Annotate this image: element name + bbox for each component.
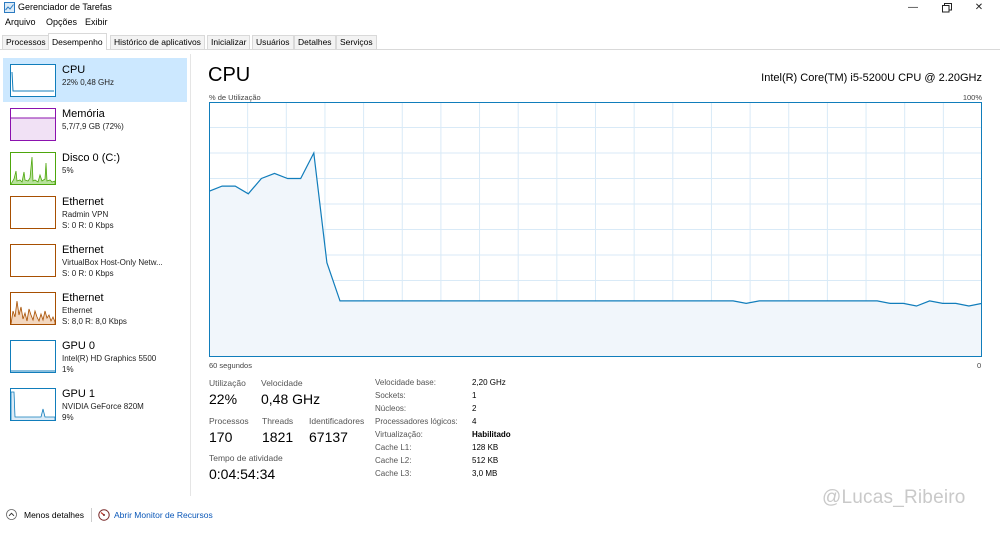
sidebar-item-gpu0[interactable]: GPU 0 Intel(R) HD Graphics 5500 1% (3, 334, 187, 378)
sidebar-item-title: Ethernet (62, 292, 104, 304)
stat-processos-label: Processos (209, 416, 249, 426)
spec-value: 1 (472, 391, 477, 400)
x-axis-right: 0 (977, 361, 982, 370)
sidebar-item-detail: S: 0 R: 0 Kbps (62, 269, 114, 278)
spec-value: 4 (472, 417, 477, 426)
tab-strip: Processos Desempenho Histórico de aplica… (0, 33, 1000, 50)
sidebar-item-gpu1[interactable]: GPU 1 NVIDIA GeForce 820M 9% (3, 382, 187, 426)
sidebar-item-ethernet[interactable]: Ethernet Ethernet S: 8,0 R: 8,0 Kbps (3, 286, 187, 330)
sidebar-item-detail: 9% (62, 413, 74, 422)
tab-servicos[interactable]: Serviços (336, 35, 377, 49)
stat-identificadores-label: Identificadores (309, 416, 365, 426)
spec-label: Velocidade base: (375, 378, 436, 387)
stat-identificadores-value: 67137 (309, 429, 348, 445)
sidebar-item-title: GPU 0 (62, 340, 96, 352)
stat-threads-label: Threads (262, 416, 294, 426)
stat-utilizacao-value: 22% (209, 391, 238, 407)
stat-tempo-label: Tempo de atividade (209, 453, 283, 463)
x-axis-left: 60 segundos (209, 361, 252, 370)
cpu-model-name: Intel(R) Core(TM) i5-5200U CPU @ 2.20GHz (761, 72, 982, 84)
menu-exibir[interactable]: Exibir (85, 17, 108, 27)
sidebar-item-detail: Ethernet (62, 306, 93, 315)
sidebar-item-title: CPU (62, 64, 86, 76)
sidebar-item-title: GPU 1 (62, 388, 96, 400)
tab-desempenho[interactable]: Desempenho (48, 33, 107, 50)
cpu-utilization-graph (209, 102, 982, 357)
restore-icon[interactable] (932, 0, 962, 16)
sidebar-item-detail: 5% (62, 166, 74, 175)
stat-utilizacao-label: Utilização (209, 378, 246, 388)
resource-monitor-icon (98, 509, 110, 521)
gpu-thumbnail (10, 340, 56, 373)
ethernet-thumbnail (10, 244, 56, 277)
sidebar-item-detail: NVIDIA GeForce 820M (62, 402, 144, 411)
ethernet-thumbnail (10, 292, 56, 325)
spec-label: Núcleos: (375, 404, 407, 413)
sidebar-item-ethernet-radmin[interactable]: Ethernet Radmin VPN S: 0 R: 0 Kbps (3, 190, 187, 234)
ethernet-thumbnail (10, 196, 56, 229)
chevron-up-icon[interactable] (6, 509, 17, 520)
title-bar: Gerenciador de Tarefas — ✕ (0, 0, 1000, 16)
page-title: CPU (208, 64, 251, 86)
spec-label: Virtualização: (375, 430, 423, 439)
gpu-thumbnail (10, 388, 56, 421)
spec-label: Cache L2: (375, 456, 412, 465)
stat-tempo-value: 0:04:54:34 (209, 466, 276, 482)
y-axis-max: 100% (962, 93, 982, 102)
footer: Menos detalhes Abrir Monitor de Recursos (0, 504, 1000, 526)
sidebar-item-detail: S: 0 R: 0 Kbps (62, 221, 114, 230)
sidebar-item-ethernet-virtualbox[interactable]: Ethernet VirtualBox Host-Only Netw... S:… (3, 238, 187, 282)
sidebar-item-title: Ethernet (62, 244, 104, 256)
tab-detalhes[interactable]: Detalhes (294, 35, 336, 49)
spec-label: Processadores lógicos: (375, 417, 458, 426)
task-manager-icon (4, 2, 15, 13)
sidebar-item-detail: VirtualBox Host-Only Netw... (62, 258, 163, 267)
sidebar-item-title: Ethernet (62, 196, 104, 208)
sidebar-item-detail: Radmin VPN (62, 210, 109, 219)
spec-value: 2 (472, 404, 477, 413)
cpu-thumbnail (10, 64, 56, 97)
sidebar-item-detail: 5,7/7,9 GB (72%) (62, 122, 124, 131)
spec-label: Sockets: (375, 391, 406, 400)
close-icon[interactable]: ✕ (964, 0, 994, 16)
sidebar-item-memoria[interactable]: Memória 5,7/7,9 GB (72%) (3, 102, 187, 146)
disk-thumbnail (10, 152, 56, 185)
tab-historico[interactable]: Histórico de aplicativos (110, 35, 205, 49)
stat-velocidade-label: Velocidade (261, 378, 303, 388)
sidebar-item-detail: Intel(R) HD Graphics 5500 (62, 354, 157, 363)
tab-processos[interactable]: Processos (2, 35, 50, 49)
sidebar: CPU 22% 0,48 GHz Memória 5,7/7,9 GB (72%… (0, 54, 191, 496)
sidebar-item-disco[interactable]: Disco 0 (C:) 5% (3, 146, 187, 190)
sidebar-item-title: Disco 0 (C:) (62, 152, 121, 164)
spec-value: 512 KB (472, 456, 499, 465)
stat-processos-value: 170 (209, 429, 233, 445)
sidebar-item-detail: 22% 0,48 GHz (62, 78, 115, 87)
sidebar-item-title: Memória (62, 108, 105, 120)
sidebar-item-detail: S: 8,0 R: 8,0 Kbps (62, 317, 127, 326)
tab-inicializar[interactable]: Inicializar (207, 35, 251, 49)
resource-monitor-link[interactable]: Abrir Monitor de Recursos (114, 510, 213, 520)
spec-value: 3,0 MB (472, 469, 498, 478)
spec-value: 2,20 GHz (472, 378, 506, 387)
tab-usuarios[interactable]: Usuários (252, 35, 294, 49)
y-axis-label: % de Utilização (209, 93, 261, 102)
spec-value: Habilitado (472, 430, 511, 439)
footer-divider (91, 508, 92, 522)
memory-thumbnail (10, 108, 56, 141)
stat-velocidade-value: 0,48 GHz (261, 391, 321, 407)
less-details-link[interactable]: Menos detalhes (24, 510, 84, 520)
menu-opcoes[interactable]: Opções (46, 17, 77, 27)
window-title: Gerenciador de Tarefas (18, 2, 112, 12)
sidebar-item-detail: 1% (62, 365, 74, 374)
spec-label: Cache L3: (375, 469, 412, 478)
sidebar-item-cpu[interactable]: CPU 22% 0,48 GHz (3, 58, 187, 102)
stat-threads-value: 1821 (262, 429, 294, 445)
minimize-icon[interactable]: — (898, 0, 928, 16)
spec-label: Cache L1: (375, 443, 412, 452)
menu-arquivo[interactable]: Arquivo (5, 17, 36, 27)
spec-value: 128 KB (472, 443, 499, 452)
